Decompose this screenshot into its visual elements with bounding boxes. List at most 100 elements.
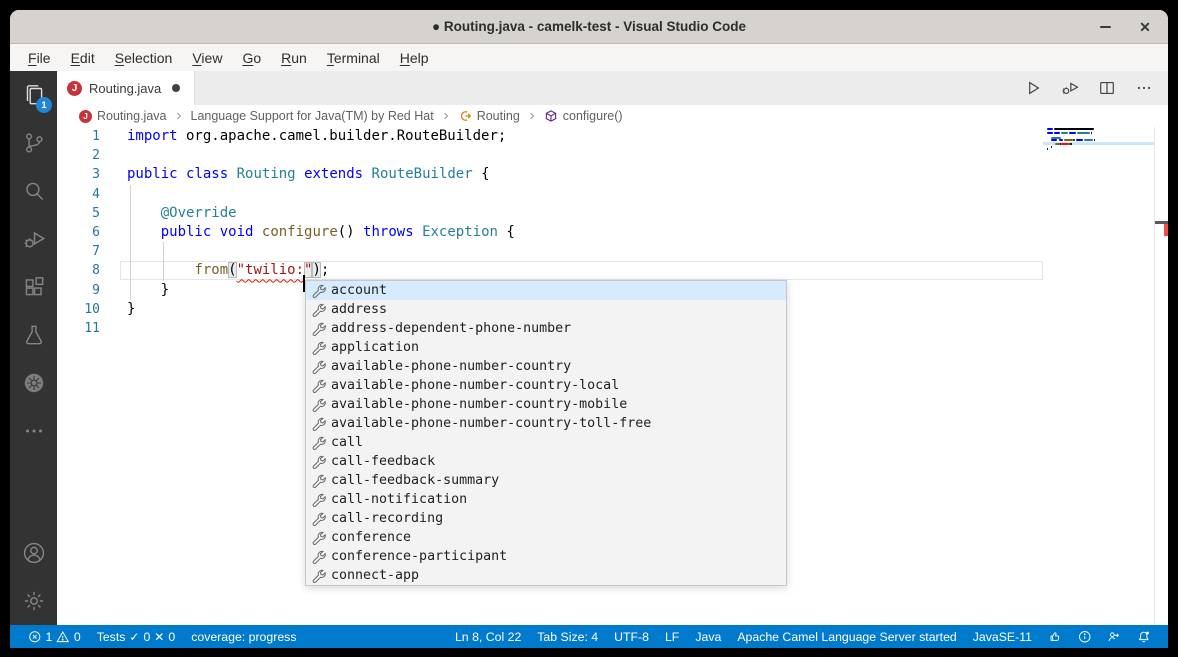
- sidebar-item-kubernetes[interactable]: [10, 359, 57, 407]
- menu-go[interactable]: Go: [232, 50, 271, 66]
- code-line-6[interactable]: 6 public void configure() throws Excepti…: [57, 223, 1168, 242]
- coverage-status[interactable]: coverage: progress: [183, 630, 304, 644]
- account-button[interactable]: [10, 529, 57, 577]
- code-line-2[interactable]: 2: [57, 146, 1168, 165]
- sidebar-item-testing[interactable]: [10, 311, 57, 359]
- more-actions-icon[interactable]: [1134, 78, 1154, 98]
- wrench-icon: [311, 530, 326, 545]
- breadcrumb-provider[interactable]: Language Support for Java(TM) by Red Hat: [191, 109, 434, 123]
- status-bar: 1 0 Tests ✓ 0 ✕ 0 coverage: progress Ln …: [10, 625, 1168, 648]
- feedback-button[interactable]: [1099, 630, 1129, 644]
- menu-file[interactable]: File: [18, 50, 61, 66]
- vscode-window: ● Routing.java - camelk-test - Visual St…: [10, 10, 1168, 648]
- chevron-right-icon: [173, 110, 185, 122]
- java-file-icon: J: [67, 81, 82, 96]
- menu-help[interactable]: Help: [390, 50, 439, 66]
- menu-selection[interactable]: Selection: [105, 50, 183, 66]
- minimap[interactable]: [1043, 127, 1154, 211]
- wrench-icon: [311, 340, 326, 355]
- encoding-label: UTF-8: [614, 630, 649, 644]
- error-count: 1: [46, 630, 53, 644]
- suggest-item[interactable]: available-phone-number-country-toll-free: [306, 414, 786, 433]
- wrench-icon: [311, 568, 326, 583]
- menu-edit[interactable]: Edit: [61, 50, 105, 66]
- suggest-item[interactable]: available-phone-number-country-local: [306, 376, 786, 395]
- bell-dot-icon: [1137, 630, 1151, 644]
- info-button[interactable]: [1070, 630, 1100, 644]
- close-button[interactable]: ✕: [1134, 16, 1156, 38]
- chevron-right-icon: [526, 110, 538, 122]
- suggest-item[interactable]: conference: [306, 528, 786, 547]
- breadcrumb-file[interactable]: Routing.java: [97, 109, 167, 123]
- title-bar: ● Routing.java - camelk-test - Visual St…: [10, 10, 1168, 44]
- split-editor-icon[interactable]: [1097, 78, 1117, 98]
- warning-icon: [56, 630, 70, 644]
- line-number: 4: [57, 185, 100, 204]
- minimap-line-mark: [1084, 139, 1093, 141]
- sidebar-item-more[interactable]: [10, 407, 57, 455]
- code-line-3[interactable]: 3public class Routing extends RouteBuild…: [57, 165, 1168, 184]
- tests-status[interactable]: Tests ✓ 0 ✕ 0: [89, 630, 184, 644]
- sidebar-item-run-debug[interactable]: [10, 215, 57, 263]
- wrench-icon: [311, 416, 326, 431]
- breadcrumb: J Routing.java Language Support for Java…: [57, 105, 1168, 127]
- cursor-position[interactable]: Ln 8, Col 22: [447, 630, 529, 644]
- main-area: 1: [10, 71, 1168, 625]
- minimap-line-mark: [1051, 139, 1057, 141]
- suggest-item[interactable]: call-feedback-summary: [306, 471, 786, 490]
- menu-view[interactable]: View: [182, 50, 232, 66]
- overview-ruler[interactable]: [1154, 127, 1168, 625]
- problems-indicator[interactable]: 1 0: [20, 630, 89, 644]
- java-status-button[interactable]: [1040, 630, 1070, 644]
- suggest-item[interactable]: account: [306, 281, 786, 300]
- sidebar-item-explorer[interactable]: 1: [10, 71, 57, 119]
- suggest-item[interactable]: call: [306, 433, 786, 452]
- sidebar-item-source-control[interactable]: [10, 119, 57, 167]
- camel-server-status[interactable]: Apache Camel Language Server started: [729, 630, 964, 644]
- suggest-item[interactable]: address: [306, 300, 786, 319]
- suggest-item[interactable]: call-notification: [306, 490, 786, 509]
- suggest-item[interactable]: call-feedback: [306, 452, 786, 471]
- suggest-item[interactable]: application: [306, 338, 786, 357]
- code-line-4[interactable]: 4: [57, 185, 1168, 204]
- breadcrumb-method[interactable]: configure(): [563, 109, 623, 123]
- run-icon[interactable]: [1023, 78, 1043, 98]
- code-line-8[interactable]: 8 from("twilio:");: [57, 261, 1168, 280]
- sidebar-item-search[interactable]: [10, 167, 57, 215]
- suggest-item[interactable]: address-dependent-phone-number: [306, 319, 786, 338]
- window-title: ● Routing.java - camelk-test - Visual St…: [432, 19, 746, 34]
- more-icon: [21, 418, 47, 444]
- suggest-item[interactable]: call-recording: [306, 509, 786, 528]
- tab-size-label: Tab Size: 4: [537, 630, 598, 644]
- suggest-item[interactable]: connect-app: [306, 566, 786, 585]
- explorer-badge: 1: [36, 97, 52, 113]
- tab-size-indicator[interactable]: Tab Size: 4: [529, 630, 606, 644]
- java-file-icon: J: [79, 110, 92, 123]
- debug-run-icon[interactable]: [1060, 78, 1080, 98]
- code-line-5[interactable]: 5 @Override: [57, 204, 1168, 223]
- info-icon: [1078, 630, 1092, 644]
- encoding-indicator[interactable]: UTF-8: [606, 630, 657, 644]
- tab-label: Routing.java: [89, 81, 161, 96]
- notifications-button[interactable]: [1129, 630, 1159, 644]
- wrench-icon: [311, 454, 326, 469]
- code-line-7[interactable]: 7: [57, 242, 1168, 261]
- menu-run[interactable]: Run: [271, 50, 317, 66]
- code-editor[interactable]: 1import org.apache.camel.builder.RouteBu…: [57, 127, 1168, 625]
- eol-indicator[interactable]: LF: [657, 630, 687, 644]
- suggest-item[interactable]: conference-participant: [306, 547, 786, 566]
- java-runtime-indicator[interactable]: JavaSE-11: [965, 630, 1040, 644]
- menu-terminal[interactable]: Terminal: [317, 50, 390, 66]
- run-debug-icon: [21, 226, 47, 252]
- code-line-1[interactable]: 1import org.apache.camel.builder.RouteBu…: [57, 127, 1168, 146]
- breadcrumb-class[interactable]: Routing: [477, 109, 520, 123]
- minimize-button[interactable]: [1094, 16, 1116, 38]
- language-mode[interactable]: Java: [687, 630, 729, 644]
- minimap-line-mark: [1091, 132, 1092, 134]
- suggest-item[interactable]: available-phone-number-country-mobile: [306, 395, 786, 414]
- settings-button[interactable]: [10, 577, 57, 625]
- suggest-item-label: conference: [331, 530, 411, 545]
- suggest-item[interactable]: available-phone-number-country: [306, 357, 786, 376]
- tab-routing-java[interactable]: J Routing.java: [57, 71, 195, 105]
- sidebar-item-extensions[interactable]: [10, 263, 57, 311]
